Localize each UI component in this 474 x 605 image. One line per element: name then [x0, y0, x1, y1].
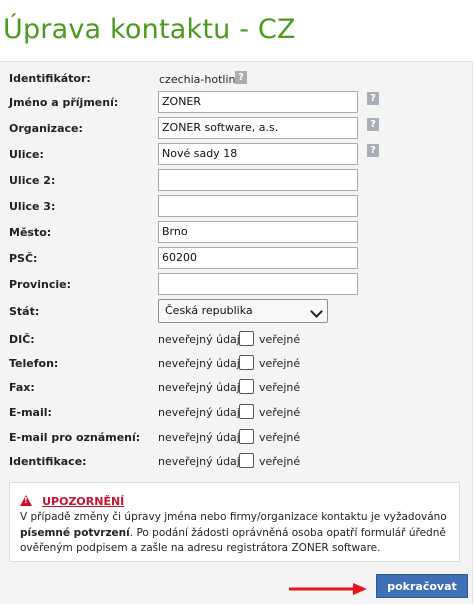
zip-label: PSČ: [9, 252, 38, 265]
street2-row: Ulice 2: [0, 169, 472, 195]
public-checkbox[interactable] [239, 379, 254, 394]
page-title: Úprava kontaktu - CZ [3, 14, 296, 45]
privacy-row-label: Identifikace: [9, 455, 87, 468]
arrow-right-icon [289, 583, 367, 595]
street-label: Ulice: [9, 148, 44, 161]
privacy-row-label: DIČ: [9, 333, 35, 346]
non-public-label: neveřejný údaj [158, 381, 240, 394]
non-public-label: neveřejný údaj [158, 431, 240, 444]
warning-icon: ! [20, 495, 32, 506]
street3-label: Ulice 3: [9, 200, 56, 213]
privacy-row-label: Telefon: [9, 357, 59, 370]
public-label: veřejné [259, 431, 301, 444]
province-label: Provincie: [9, 278, 71, 291]
privacy-row-label: E-mail: [9, 406, 52, 419]
continue-button[interactable]: pokračovat [376, 574, 468, 598]
privacy-row-identification: Identifikace: neveřejný údaj veřejné [0, 450, 472, 476]
identifier-value: czechia-hotline [159, 73, 243, 86]
warning-title: UPOZORNĚNÍ [42, 495, 125, 508]
public-label: veřejné [259, 455, 301, 468]
public-checkbox[interactable] [239, 453, 254, 468]
privacy-row-dic: DIČ: neveřejný údaj veřejné [0, 328, 472, 354]
state-selected-value: Česká republika [165, 304, 253, 317]
city-row: Město: Brno [0, 221, 472, 247]
street3-row: Ulice 3: [0, 195, 472, 221]
help-icon[interactable]: ? [367, 144, 379, 157]
city-input[interactable]: Brno [158, 221, 358, 243]
warning-text: V případě změny či úpravy jména nebo fir… [20, 511, 447, 554]
city-label: Město: [9, 226, 52, 239]
privacy-row-label: E-mail pro oznámení: [9, 431, 141, 444]
state-row: Stát: Česká republika [0, 299, 472, 325]
state-label: Stát: [9, 305, 40, 318]
privacy-row-label: Fax: [9, 381, 35, 394]
organization-row: Organizace: ZONER software, a.s. ? [0, 117, 472, 143]
zip-input[interactable]: 60200 [158, 247, 358, 269]
public-label: veřejné [259, 357, 301, 370]
help-icon[interactable]: ? [367, 118, 379, 131]
privacy-row-email: E-mail: neveřejný údaj veřejné [0, 401, 472, 427]
public-checkbox[interactable] [239, 404, 254, 419]
street2-label: Ulice 2: [9, 174, 56, 187]
public-label: veřejné [259, 333, 301, 346]
warning-text-bold: písemné potvrzení [20, 526, 130, 539]
warning-box: ! UPOZORNĚNÍ V případě změny či úpravy j… [9, 482, 460, 562]
province-row: Provincie: [0, 273, 472, 299]
street-row: Ulice: Nové sady 18 ? [0, 143, 472, 169]
street3-input[interactable] [158, 195, 358, 217]
public-checkbox[interactable] [239, 355, 254, 370]
zip-row: PSČ: 60200 [0, 247, 472, 273]
organization-input[interactable]: ZONER software, a.s. [158, 117, 358, 139]
chevron-down-icon [310, 305, 323, 318]
privacy-row-fax: Fax: neveřejný údaj veřejné [0, 376, 472, 402]
non-public-label: neveřejný údaj [158, 455, 240, 468]
help-icon[interactable]: ? [235, 71, 247, 84]
name-input[interactable]: ZONER [158, 91, 358, 113]
public-checkbox[interactable] [239, 331, 254, 346]
identifier-row: Identifikátor: czechia-hotline ? [0, 67, 472, 93]
non-public-label: neveřejný údaj [158, 406, 240, 419]
non-public-label: neveřejný údaj [158, 357, 240, 370]
street2-input[interactable] [158, 169, 358, 191]
public-checkbox[interactable] [239, 429, 254, 444]
identifier-label: Identifikátor: [9, 72, 91, 85]
public-label: veřejné [259, 406, 301, 419]
street-input[interactable]: Nové sady 18 [158, 143, 358, 165]
privacy-row-phone: Telefon: neveřejný údaj veřejné [0, 352, 472, 378]
public-label: veřejné [259, 381, 301, 394]
privacy-row-notify-email: E-mail pro oznámení: neveřejný údaj veře… [0, 426, 472, 452]
organization-label: Organizace: [9, 122, 83, 135]
warning-header: ! UPOZORNĚNÍ [20, 490, 124, 509]
non-public-label: neveřejný údaj [158, 333, 240, 346]
help-icon[interactable]: ? [367, 92, 379, 105]
name-label: Jméno a příjmení: [9, 96, 119, 109]
state-select[interactable]: Česká republika [158, 299, 328, 323]
province-input[interactable] [158, 273, 358, 295]
name-row: Jméno a příjmení: ZONER ? [0, 91, 472, 117]
